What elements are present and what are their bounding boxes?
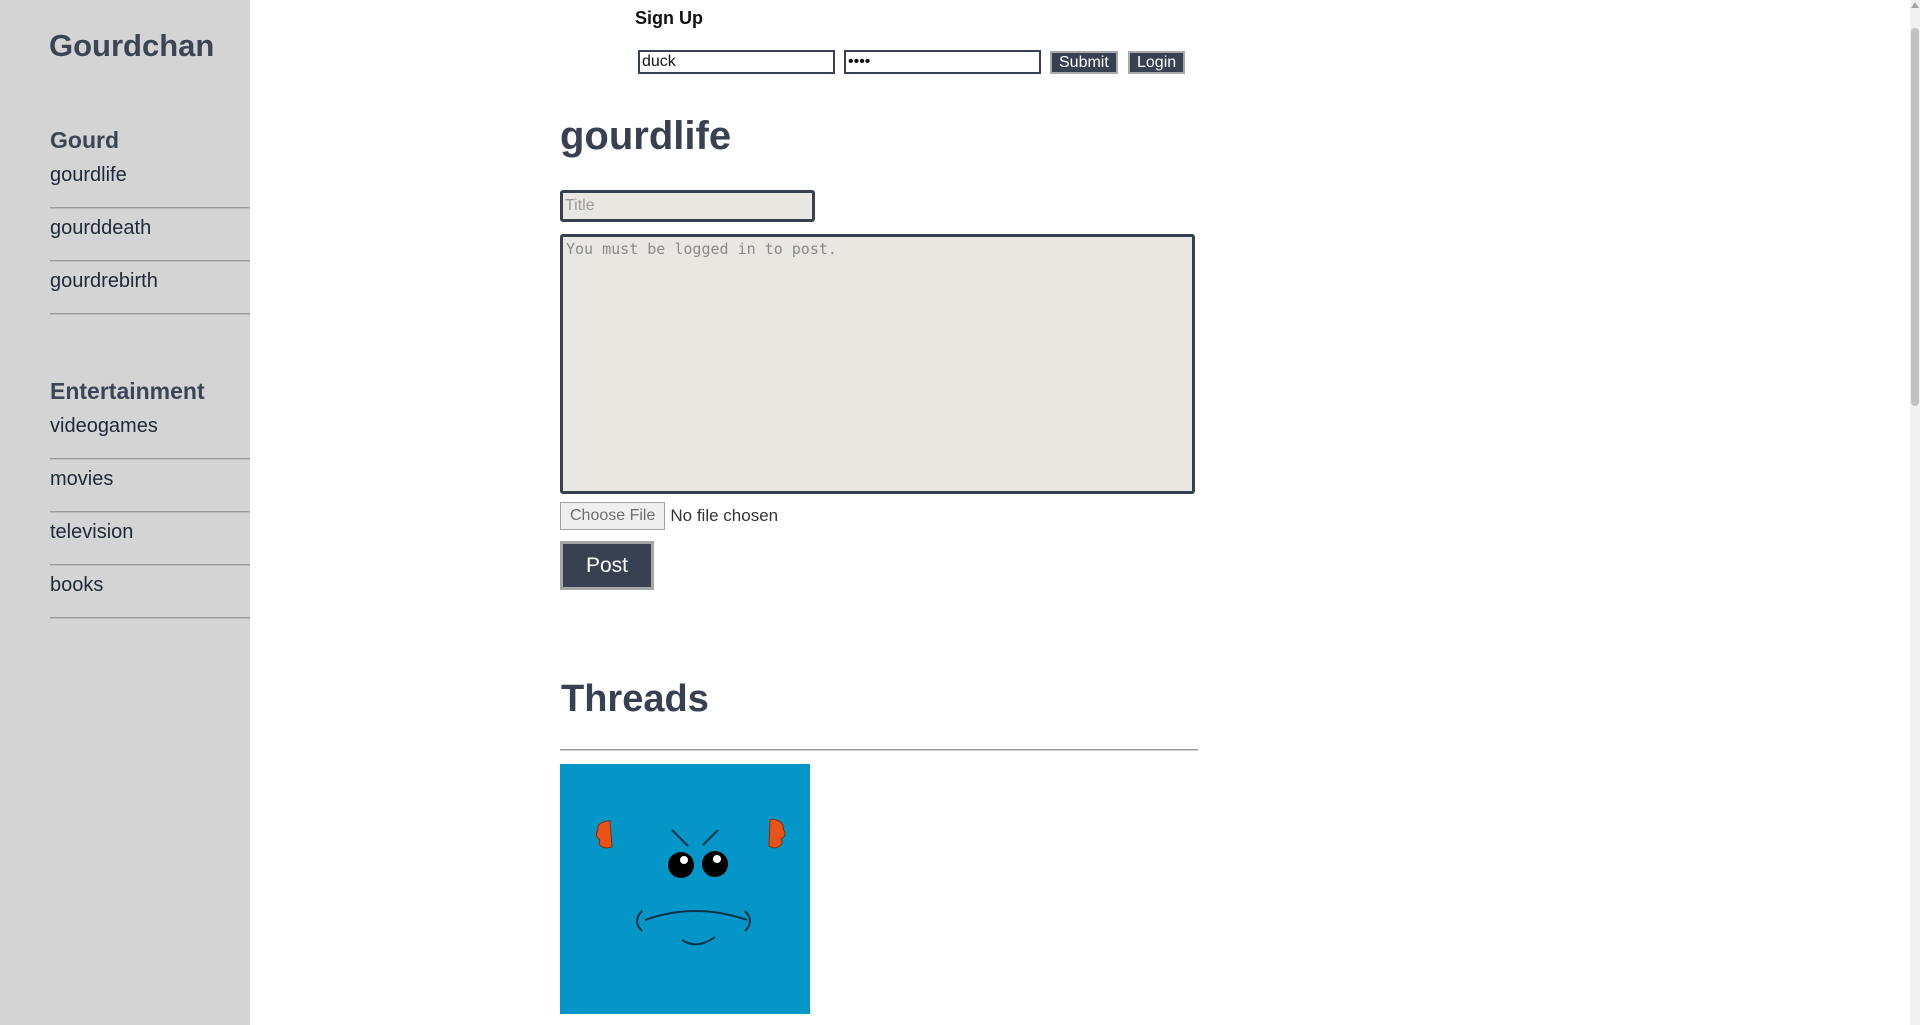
nav-item-books[interactable]: books xyxy=(50,565,250,618)
site-title[interactable]: Gourdchan xyxy=(49,28,214,64)
nav-item-videogames[interactable]: videogames xyxy=(50,406,250,459)
post-body-textarea[interactable] xyxy=(560,234,1195,494)
nav-section-entertainment: Entertainment videogames movies televisi… xyxy=(50,376,250,618)
nav-item-gourddeath[interactable]: gourddeath xyxy=(50,208,250,261)
auth-bar: Sign Up Submit Login xyxy=(635,8,1186,74)
submit-button[interactable]: Submit xyxy=(1050,51,1118,74)
nav-heading-gourd: Gourd xyxy=(50,127,119,153)
angry-blue-creature-face-icon xyxy=(560,764,810,1014)
file-upload: Choose File No file chosen xyxy=(560,502,778,530)
file-status-text: No file chosen xyxy=(670,506,779,525)
username-field[interactable] xyxy=(638,50,835,74)
nav-item-gourdlife[interactable]: gourdlife xyxy=(50,155,250,208)
nav-item-movies[interactable]: movies xyxy=(50,459,250,512)
nav-item-television[interactable]: television xyxy=(50,512,250,565)
choose-file-button[interactable]: Choose File xyxy=(560,502,666,530)
board-title: gourdlife xyxy=(560,114,732,158)
sidebar: Gourdchan Gourd gourdlife gourddeath gou… xyxy=(0,0,250,1025)
threads-divider xyxy=(560,749,1198,750)
post-title-input[interactable] xyxy=(560,190,815,222)
threads-heading: Threads xyxy=(561,678,709,720)
scroll-up-icon[interactable] xyxy=(1911,2,1919,8)
nav-item-gourdrebirth[interactable]: gourdrebirth xyxy=(50,261,250,314)
post-button[interactable]: Post xyxy=(560,541,654,590)
signup-link[interactable]: Sign Up xyxy=(635,8,703,29)
login-button[interactable]: Login xyxy=(1128,51,1186,74)
scroll-thumb[interactable] xyxy=(1911,28,1919,406)
nav-section-gourd: Gourd gourdlife gourddeath gourdrebirth xyxy=(50,125,250,314)
nav-heading-entertainment: Entertainment xyxy=(50,378,205,404)
password-field[interactable] xyxy=(844,50,1041,74)
thread-image[interactable] xyxy=(560,764,810,1014)
scrollbar[interactable] xyxy=(1910,0,1920,1025)
